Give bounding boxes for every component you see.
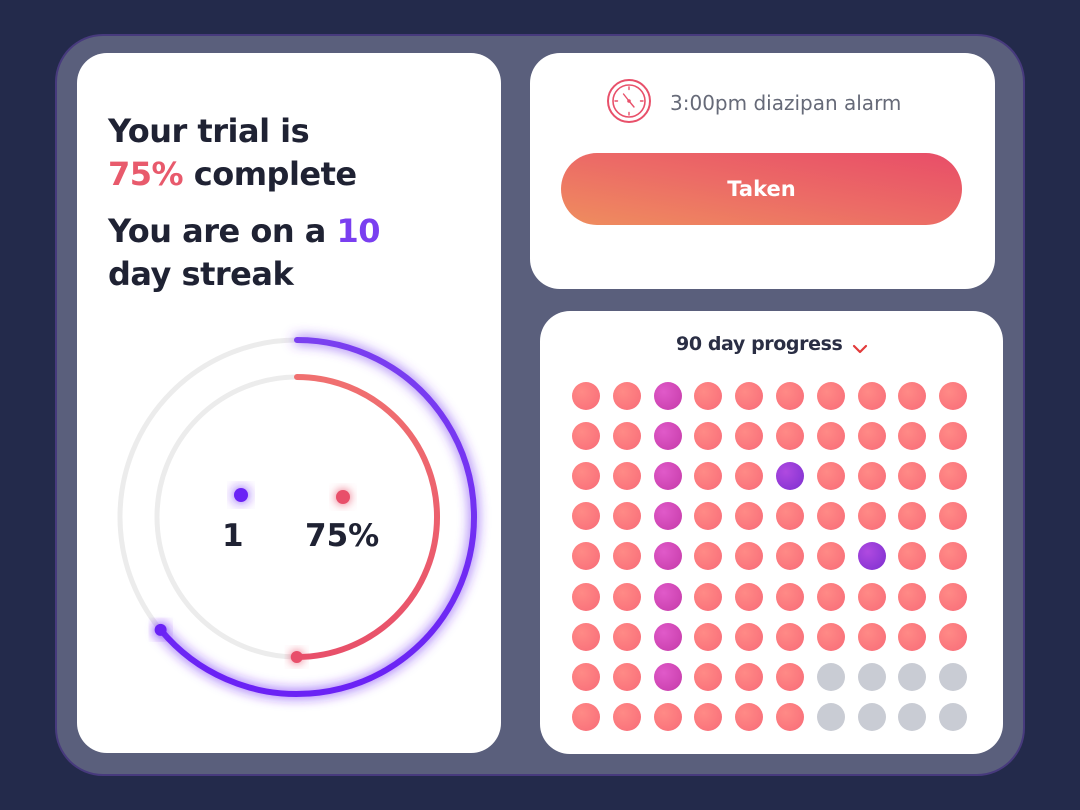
day-dot — [939, 702, 968, 731]
streak-count: 1 — [222, 518, 244, 554]
day-dot — [816, 542, 845, 571]
day-dot — [857, 622, 886, 651]
trial-headline: Your trial is 75% complete — [108, 110, 357, 196]
streak-suffix: day streak — [108, 255, 294, 293]
day-dot — [857, 582, 886, 611]
day-dot — [694, 622, 723, 651]
day-dot — [572, 462, 600, 491]
day-dot — [612, 702, 641, 731]
day-dot — [816, 662, 845, 691]
day-dot — [939, 582, 968, 611]
day-dot — [776, 422, 804, 451]
day-dot — [653, 502, 682, 531]
day-dot — [612, 382, 641, 410]
day-dot — [572, 582, 600, 611]
day-dot — [898, 662, 927, 691]
day-dot — [816, 702, 845, 731]
alarm-row: 3:00pm diazipan alarm — [606, 78, 902, 128]
day-dot — [735, 382, 764, 410]
day-dot — [612, 422, 641, 451]
day-dot — [653, 702, 682, 731]
day-dot — [612, 462, 641, 491]
day-dot — [572, 382, 600, 410]
day-dot — [735, 622, 764, 651]
day-dot — [816, 422, 845, 451]
day-dot — [572, 422, 600, 451]
day-dot — [857, 542, 886, 571]
progress-title[interactable]: 90 day progress — [676, 333, 843, 355]
day-dot — [694, 582, 723, 611]
streak-headline: You are on a 10 day streak — [108, 210, 381, 296]
day-dot — [612, 662, 641, 691]
day-dot — [857, 702, 886, 731]
day-dot — [776, 622, 804, 651]
day-dot — [776, 462, 804, 491]
day-dot — [653, 382, 682, 410]
day-dot — [898, 622, 927, 651]
taken-button[interactable]: Taken — [561, 153, 962, 225]
day-dot — [939, 382, 968, 410]
day-dot — [816, 582, 845, 611]
day-dot — [776, 702, 804, 731]
day-dot — [735, 582, 764, 611]
streak-days: 10 — [336, 212, 381, 250]
day-dot — [939, 622, 968, 651]
day-dot — [857, 462, 886, 491]
clock-icon — [606, 78, 652, 128]
day-dot — [653, 422, 682, 451]
progress-card — [540, 311, 1003, 754]
day-dot — [653, 462, 682, 491]
day-dot — [857, 382, 886, 410]
day-dot — [694, 702, 723, 731]
trial-percent-value: 75% — [305, 518, 380, 554]
day-dot — [694, 662, 723, 691]
trial-percent: 75% — [108, 155, 184, 193]
day-dot — [776, 662, 804, 691]
day-dot — [857, 502, 886, 531]
day-dot — [653, 582, 682, 611]
trial-line1: Your trial is — [108, 112, 310, 150]
day-dot — [572, 622, 600, 651]
day-dot — [612, 582, 641, 611]
day-dot — [939, 662, 968, 691]
chevron-down-icon[interactable] — [852, 340, 868, 359]
day-dot — [653, 542, 682, 571]
trial-legend-dot — [336, 490, 350, 504]
trial-ring-knob — [290, 650, 303, 663]
day-dot — [816, 502, 845, 531]
day-dot — [816, 382, 845, 410]
day-dot — [816, 462, 845, 491]
streak-legend-dot — [234, 488, 248, 502]
day-dot — [816, 622, 845, 651]
day-dot — [612, 502, 641, 531]
day-dot — [612, 542, 641, 571]
day-dot — [898, 582, 927, 611]
day-dot — [857, 662, 886, 691]
progress-rings — [117, 337, 477, 697]
day-dot — [653, 662, 682, 691]
day-dot — [898, 702, 927, 731]
trial-line2-suffix: complete — [183, 155, 357, 193]
streak-ring-knob — [154, 623, 167, 636]
day-dot — [735, 702, 764, 731]
alarm-label: 3:00pm diazipan alarm — [670, 91, 902, 115]
streak-ring-arc — [157, 337, 477, 697]
streak-prefix: You are on a — [108, 212, 337, 250]
day-dot — [653, 622, 682, 651]
trial-ring-arc — [293, 374, 440, 660]
day-dot — [735, 662, 764, 691]
day-dot — [612, 622, 641, 651]
day-dot — [572, 702, 600, 731]
day-dot — [572, 662, 600, 691]
day-dot — [776, 582, 804, 611]
day-dot — [857, 422, 886, 451]
day-dot — [776, 382, 804, 410]
